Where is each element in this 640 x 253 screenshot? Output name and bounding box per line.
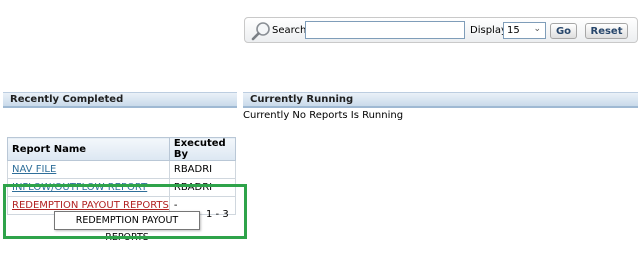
table-header-row: Report Name Executed By <box>7 137 237 161</box>
executed-by-cell: RBADRI <box>168 160 237 179</box>
no-running-reports-message: Currently No Reports Is Running <box>243 110 404 121</box>
executed-by-cell: RBADRI <box>168 178 237 197</box>
report-link-inflow-outflow[interactable]: INFLOW/OUTFLOW REPORT <box>12 182 147 193</box>
go-button[interactable]: Go <box>550 23 577 39</box>
chevron-down-icon: ⌄ <box>533 24 541 34</box>
currently-running-header: Currently Running <box>243 92 638 108</box>
reset-button[interactable]: Reset <box>585 23 628 39</box>
display-label: Display <box>470 25 507 36</box>
link-tooltip: REDEMPTION PAYOUT REPORTS <box>54 211 200 243</box>
display-select[interactable]: 15 ⌄ <box>503 22 546 39</box>
column-header-executed-by: Executed By <box>168 137 237 161</box>
table-row: INFLOW/OUTFLOW REPORT RBADRI <box>7 178 237 197</box>
report-link-nav-file[interactable]: NAV FILE <box>12 164 56 175</box>
column-header-report-name: Report Name <box>7 137 170 161</box>
recently-completed-header: Recently Completed <box>3 92 237 108</box>
search-input[interactable] <box>305 21 465 39</box>
display-select-value: 15 <box>507 25 520 36</box>
pagination-range: 1 - 3 <box>206 209 229 220</box>
report-name-cell: NAV FILE <box>7 160 170 179</box>
search-icon <box>251 22 270 41</box>
table-row: NAV FILE RBADRI <box>7 160 237 179</box>
search-label: Search <box>272 25 307 36</box>
completed-reports-table: Report Name Executed By NAV FILE RBADRI … <box>7 137 237 215</box>
report-link-redemption-payout[interactable]: REDEMPTION PAYOUT REPORTS <box>12 200 169 211</box>
report-name-cell: INFLOW/OUTFLOW REPORT <box>7 178 170 197</box>
